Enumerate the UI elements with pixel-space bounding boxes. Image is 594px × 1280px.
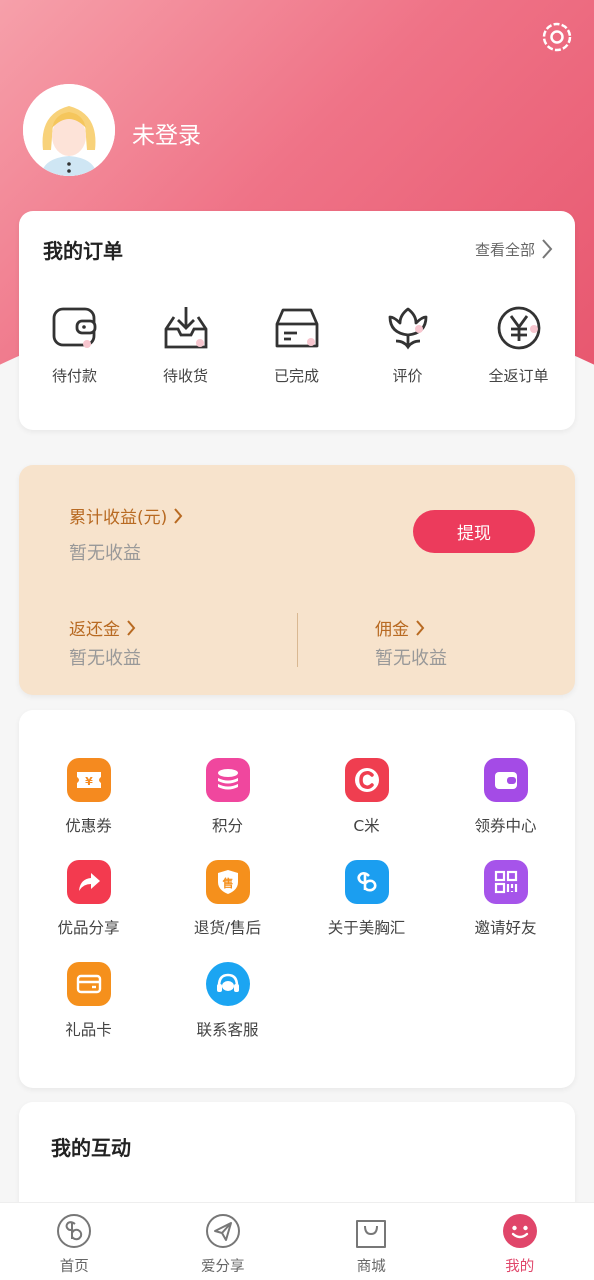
service-gift-card[interactable]: 礼品卡 — [19, 962, 158, 1040]
service-label: 优品分享 — [57, 919, 120, 937]
view-all-label: 查看全部 — [474, 240, 535, 259]
tab-label: 首页 — [59, 1259, 89, 1275]
commission-value: 暂无收益 — [375, 648, 447, 669]
wallet-purple-icon — [483, 758, 528, 802]
service-label: 联系客服 — [196, 1021, 259, 1039]
bottom-tab-bar: 首页 爱分享 商城 我的 — [0, 1202, 594, 1280]
tab-label: 商城 — [356, 1259, 386, 1275]
login-status-label[interactable]: 未登录 — [132, 116, 201, 150]
svg-text:售: 售 — [221, 876, 233, 890]
view-all-orders-link[interactable]: 查看全部 — [475, 238, 553, 260]
orders-title: 我的订单 — [43, 239, 123, 263]
service-coupon-center[interactable]: 领券中心 — [436, 758, 575, 836]
order-pending-receipt[interactable]: 待收货 — [130, 303, 241, 386]
service-share[interactable]: 优品分享 — [19, 860, 158, 938]
order-pending-payment[interactable]: 待付款 — [19, 303, 130, 386]
order-review[interactable]: 评价 — [352, 303, 463, 386]
service-label: 优惠券 — [65, 817, 112, 835]
chevron-right-icon — [127, 619, 136, 636]
qr-code-icon — [483, 860, 528, 904]
order-completed[interactable]: 已完成 — [241, 303, 352, 386]
avatar[interactable] — [23, 84, 115, 176]
total-earnings-link[interactable]: 累计收益(元) — [69, 503, 183, 528]
earnings-card: 累计收益(元) 暂无收益 提现 返还金 暂无收益 佣金 暂无收益 — [19, 465, 575, 695]
gift-card-icon — [66, 962, 111, 1006]
tab-label: 我的 — [505, 1259, 535, 1275]
service-label: 邀请好友 — [474, 919, 537, 937]
shopping-bag-icon — [356, 1220, 387, 1248]
rebate-link[interactable]: 返还金 — [69, 615, 136, 640]
coins-icon — [205, 758, 250, 802]
service-label: 积分 — [211, 817, 243, 835]
headset-icon — [205, 962, 250, 1006]
total-earnings-label: 累计收益(元) — [69, 508, 168, 528]
earnings-divider — [297, 613, 298, 667]
smiley-icon — [502, 1214, 537, 1248]
c-letter-icon — [344, 758, 389, 802]
settings-button[interactable] — [540, 20, 574, 54]
order-full-rebate[interactable]: 全返订单 — [463, 303, 574, 386]
rebate-value: 暂无收益 — [69, 648, 141, 669]
chevron-right-icon — [174, 507, 183, 524]
svg-text:¥: ¥ — [85, 775, 93, 788]
orders-card: 我的订单 查看全部 待付款 待收货 已完成 评价 全返订单 — [19, 211, 575, 430]
service-coupon[interactable]: ¥ 优惠券 — [19, 758, 158, 836]
tab-mine[interactable]: 我的 — [446, 1203, 594, 1280]
tab-label: 爱分享 — [201, 1259, 245, 1275]
brand-logo-icon — [344, 860, 389, 904]
service-label: 退货/售后 — [193, 919, 262, 937]
chevron-right-icon — [416, 619, 425, 636]
tab-mall[interactable]: 商城 — [297, 1203, 446, 1280]
chevron-right-icon — [542, 239, 553, 259]
shield-sale-icon: 售 — [205, 860, 250, 904]
gear-icon — [542, 22, 572, 52]
wallet-icon — [52, 307, 96, 348]
commission-link[interactable]: 佣金 — [375, 615, 425, 640]
coupon-icon: ¥ — [66, 758, 111, 802]
service-about[interactable]: 关于美胸汇 — [297, 860, 436, 938]
share-arrow-icon — [66, 860, 111, 904]
tab-share[interactable]: 爱分享 — [149, 1203, 298, 1280]
order-item-label: 评价 — [392, 367, 423, 385]
service-points[interactable]: 积分 — [158, 758, 297, 836]
service-returns[interactable]: 售 退货/售后 — [158, 860, 297, 938]
yen-circle-icon — [497, 306, 540, 350]
service-label: 领券中心 — [474, 817, 537, 835]
service-label: C米 — [353, 817, 380, 835]
service-invite[interactable]: 邀请好友 — [436, 860, 575, 938]
total-earnings-value: 暂无收益 — [69, 543, 141, 564]
send-icon — [205, 1214, 240, 1248]
order-item-label: 全返订单 — [488, 367, 549, 385]
inbox-download-icon — [164, 307, 207, 349]
service-label: 礼品卡 — [65, 1021, 112, 1039]
withdraw-button[interactable]: 提现 — [413, 510, 535, 553]
order-item-label: 待收货 — [162, 367, 208, 385]
flower-icon — [388, 307, 427, 350]
interaction-title: 我的互动 — [51, 1136, 131, 1160]
tab-home[interactable]: 首页 — [0, 1203, 149, 1280]
order-item-label: 待付款 — [51, 367, 97, 385]
home-logo-icon — [57, 1214, 92, 1248]
service-label: 关于美胸汇 — [327, 919, 406, 937]
service-c-rice[interactable]: C米 — [297, 758, 436, 836]
avatar-illustration-icon — [23, 84, 115, 176]
services-card: ¥ 优惠券 积分 C米 领券中心 优品分享 售 退货/售后 关于美胸汇 邀请好友… — [19, 710, 575, 1088]
order-item-label: 已完成 — [273, 367, 319, 385]
commission-label: 佣金 — [375, 620, 409, 640]
card-box-icon — [275, 308, 318, 348]
service-contact[interactable]: 联系客服 — [158, 962, 297, 1040]
rebate-label: 返还金 — [69, 620, 120, 640]
